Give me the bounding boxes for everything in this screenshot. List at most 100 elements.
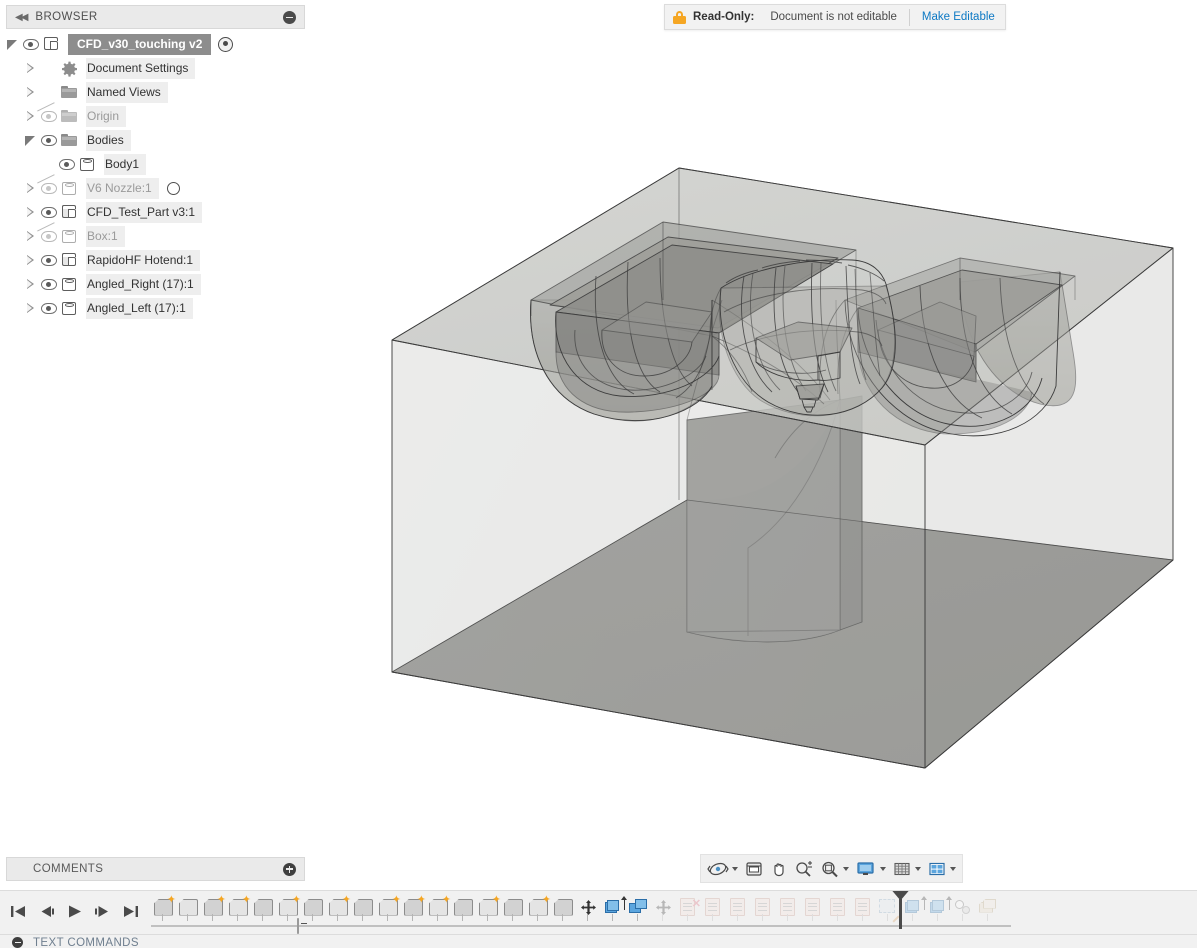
browser-item-cfd-v30-touching-v2[interactable]: CFD_v30_touching v2 [6, 32, 305, 56]
expand-triangle-icon[interactable] [24, 278, 37, 291]
go-to-beginning-button[interactable] [10, 904, 27, 922]
timeline-item-feature[interactable]: ✦ [426, 894, 451, 921]
zoom-in-out-icon[interactable] [792, 856, 816, 881]
timeline-item-shell[interactable] [976, 895, 1001, 921]
go-to-end-button[interactable] [122, 904, 139, 922]
plus-circle-icon[interactable] [283, 862, 296, 876]
timeline-item-feature[interactable]: ✦ [401, 894, 426, 921]
timeline-item-feature[interactable]: ✦ [201, 894, 226, 921]
browser-item-angled-right-17-1[interactable]: Angled_Right (17):1 [6, 272, 305, 296]
eye-visible-icon[interactable] [40, 205, 58, 220]
expand-triangle-icon[interactable] [24, 182, 37, 195]
component-state-ring-icon[interactable] [166, 181, 180, 195]
timeline-item-combine[interactable] [626, 895, 651, 921]
timeline-item-sketch[interactable] [851, 895, 876, 921]
eye-hidden-icon[interactable] [37, 173, 58, 196]
timeline-item-revolve[interactable] [951, 895, 976, 921]
expand-triangle-icon[interactable] [24, 230, 37, 243]
collapse-panel-icon[interactable]: ◀◀ [15, 12, 28, 23]
expand-triangle-icon[interactable] [24, 110, 37, 123]
timeline-bar: ✦ ✦ ✦ ✦ ✦ ✦ ✦ ✦ ✦ ✦ ✕ [0, 890, 1197, 934]
timeline-item-feature[interactable] [351, 895, 376, 921]
browser-item-origin[interactable]: Origin [6, 101, 305, 128]
viewport-layout-icon[interactable] [925, 856, 958, 881]
timeline-item-sketch[interactable] [726, 895, 751, 921]
expand-triangle-icon[interactable] [24, 86, 37, 99]
timeline-item-sketch-x[interactable]: ✕ [676, 895, 701, 921]
browser-item-document-settings[interactable]: Document Settings [6, 56, 305, 80]
lock-icon [673, 10, 686, 24]
minus-circle-icon[interactable] [12, 937, 23, 948]
timeline-item-feature[interactable] [501, 895, 526, 921]
browser-item-v6-nozzle-1[interactable]: V6 Nozzle:1 [6, 173, 305, 200]
timeline-item-sketch[interactable] [826, 895, 851, 921]
chevron-down-icon[interactable] [950, 866, 956, 871]
timeline-item-feature[interactable]: ✦ [151, 894, 176, 921]
fusion360-window: Read-Only: Document is not editable Make… [0, 0, 1197, 948]
timeline-item-sketch[interactable] [751, 895, 776, 921]
timeline-item-move[interactable] [651, 895, 676, 921]
chevron-down-icon[interactable] [732, 866, 738, 871]
expand-triangle-icon[interactable] [24, 254, 37, 267]
fit-magnifier-icon[interactable] [818, 856, 851, 881]
timeline-item-move[interactable] [576, 895, 601, 921]
chevron-down-icon[interactable] [880, 866, 886, 871]
comments-panel[interactable]: COMMENTS [6, 857, 305, 881]
timeline-track[interactable]: ✦ ✦ ✦ ✦ ✦ ✦ ✦ ✦ ✦ ✦ ✕ [151, 890, 1197, 935]
eye-visible-icon[interactable] [40, 133, 58, 148]
timeline-item-feature[interactable] [451, 895, 476, 921]
make-editable-link[interactable]: Make Editable [922, 11, 995, 23]
collapse-triangle-icon[interactable] [24, 134, 37, 147]
text-commands-panel[interactable]: TEXT COMMANDS [0, 934, 1197, 948]
browser-item-cfd-test-part-v3-1[interactable]: CFD_Test_Part v3:1 [6, 200, 305, 224]
timeline-item-feature[interactable]: ✦ [376, 894, 401, 921]
orbit-icon[interactable] [705, 856, 740, 881]
eye-visible-icon[interactable] [40, 277, 58, 292]
look-at-icon[interactable] [742, 856, 766, 881]
timeline-zoom-handle[interactable] [297, 917, 301, 934]
browser-item-bodies[interactable]: Bodies [6, 128, 305, 152]
timeline-item-feature[interactable] [176, 895, 201, 921]
expand-triangle-icon[interactable] [24, 302, 37, 315]
timeline-item-feature[interactable] [551, 895, 576, 921]
eye-visible-icon[interactable] [22, 37, 40, 52]
step-forward-button[interactable] [94, 904, 111, 922]
browser-item-named-views[interactable]: Named Views [6, 80, 305, 104]
activate-component-radio[interactable] [218, 36, 234, 52]
play-button[interactable] [66, 904, 83, 922]
browser-item-body1[interactable]: Body1 [6, 152, 305, 176]
browser-tree: CFD_v30_touching v2 Document Settings Name… [6, 29, 305, 320]
eye-visible-icon[interactable] [40, 253, 58, 268]
eye-hidden-icon[interactable] [37, 221, 58, 244]
timeline-item-sketch[interactable] [701, 895, 726, 921]
browser-item-rapidohf-hotend-1[interactable]: RapidoHF Hotend:1 [6, 248, 305, 272]
pan-hand-icon[interactable] [768, 856, 790, 881]
grid-snaps-icon[interactable] [890, 856, 923, 881]
browser-item-box-1[interactable]: Box:1 [6, 221, 305, 248]
collapse-triangle-icon[interactable] [6, 38, 19, 51]
timeline-item-feature[interactable]: ✦ [476, 894, 501, 921]
timeline-item-feature[interactable] [251, 895, 276, 921]
timeline-item-feature[interactable]: ✦ [276, 894, 301, 921]
chevron-down-icon[interactable] [915, 866, 921, 871]
timeline-item-extrude[interactable] [601, 895, 629, 921]
browser-item-angled-left-17-1[interactable]: Angled_Left (17):1 [6, 296, 305, 320]
expand-triangle-icon[interactable] [24, 206, 37, 219]
timeline-marker[interactable] [892, 890, 909, 929]
eye-hidden-icon[interactable] [37, 101, 58, 124]
chevron-down-icon[interactable] [843, 866, 849, 871]
display-settings-monitor-icon[interactable] [853, 856, 888, 881]
minus-circle-icon[interactable] [283, 10, 296, 24]
timeline-item-feature[interactable]: ✦ [326, 894, 351, 921]
timeline-item-extrude[interactable] [926, 895, 954, 921]
timeline-item-feature[interactable] [301, 895, 326, 921]
timeline-item-feature[interactable]: ✦ [526, 894, 551, 921]
browser-header[interactable]: ◀◀ BROWSER [6, 5, 305, 29]
timeline-item-sketch[interactable] [801, 895, 826, 921]
timeline-item-sketch[interactable] [776, 895, 801, 921]
timeline-item-feature[interactable]: ✦ [226, 894, 251, 921]
eye-visible-icon[interactable] [58, 157, 76, 172]
eye-visible-icon[interactable] [40, 301, 58, 316]
step-backward-button[interactable] [38, 904, 55, 922]
expand-triangle-icon[interactable] [24, 62, 37, 75]
